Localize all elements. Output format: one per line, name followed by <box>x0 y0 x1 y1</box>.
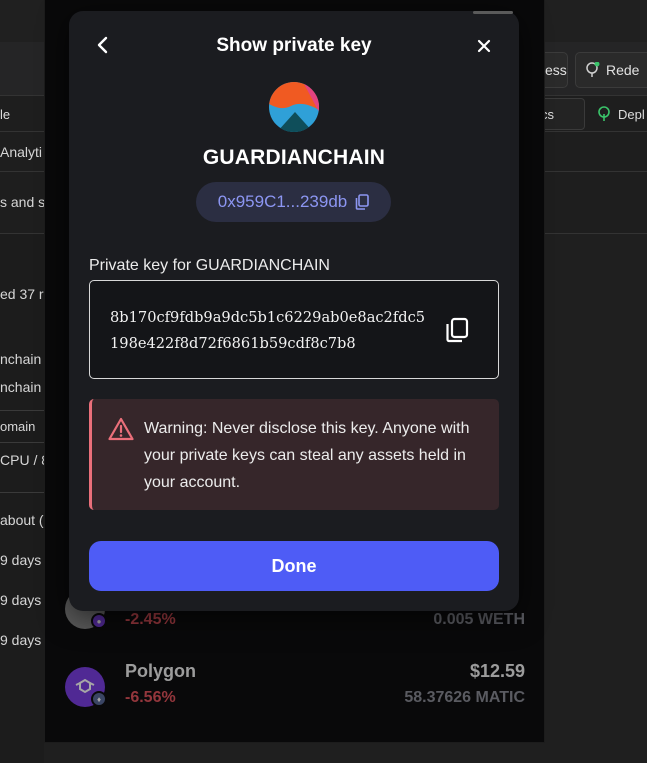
done-button[interactable]: Done <box>89 541 499 591</box>
warning-banner: Warning: Never disclose this key. Anyone… <box>89 399 499 510</box>
copy-icon <box>446 317 469 343</box>
close-icon <box>477 39 491 53</box>
bg-divider <box>0 410 44 411</box>
close-button[interactable] <box>470 32 498 60</box>
bg-domain-label: omain <box>0 419 36 434</box>
private-key-text[interactable]: 8b170cf9fdb9a9dc5b1c6229ab0e8ac2fdc5198e… <box>110 305 430 357</box>
copy-icon <box>355 194 370 210</box>
warning-triangle-icon <box>108 417 134 441</box>
bg-status-text: ed 37 r <box>0 286 44 302</box>
account-name: GUARDIANCHAIN <box>202 146 386 169</box>
bg-days-label: 9 days <box>0 552 42 568</box>
bg-list-item[interactable]: nchain <box>0 379 41 395</box>
address-text: 0x959C1...239db <box>217 192 348 211</box>
modal-handle <box>473 11 513 14</box>
bg-cpu-label: CPU / 8 <box>0 452 50 468</box>
bg-list-item[interactable]: nchain <box>0 351 41 367</box>
bg-divider <box>0 442 44 443</box>
private-key-box[interactable]: 8b170cf9fdb9a9dc5b1c6229ab0e8ac2fdc5198e… <box>89 280 499 379</box>
bg-row3-label: s and s <box>0 194 46 210</box>
bg-about-label: about ( <box>0 512 44 528</box>
tree-icon <box>598 106 610 121</box>
bg-tab-deploy[interactable]: Depl <box>596 98 647 130</box>
bg-days-label: 9 days <box>0 592 42 608</box>
warning-text: Warning: Never disclose this key. Anyone… <box>144 420 470 491</box>
private-key-label: Private key for GUARDIANCHAIN <box>89 257 330 274</box>
bg-analytics-label[interactable]: Analyti <box>0 144 42 160</box>
bg-tab-left[interactable]: le <box>0 98 44 130</box>
private-key-modal: Show private key GUARDIANCHAIN 0x959C1..… <box>69 11 519 611</box>
bg-left-panel <box>0 234 44 763</box>
copy-private-key-button[interactable] <box>442 315 472 345</box>
sprout-icon <box>586 62 600 77</box>
address-copy-pill[interactable]: 0x959C1...239db <box>196 182 391 222</box>
modal-title: Show private key <box>216 35 372 56</box>
bg-button-redeem[interactable]: Rede <box>575 52 647 88</box>
bg-days-label: 9 days <box>0 632 42 648</box>
bg-divider <box>0 492 44 493</box>
account-avatar <box>269 82 319 132</box>
